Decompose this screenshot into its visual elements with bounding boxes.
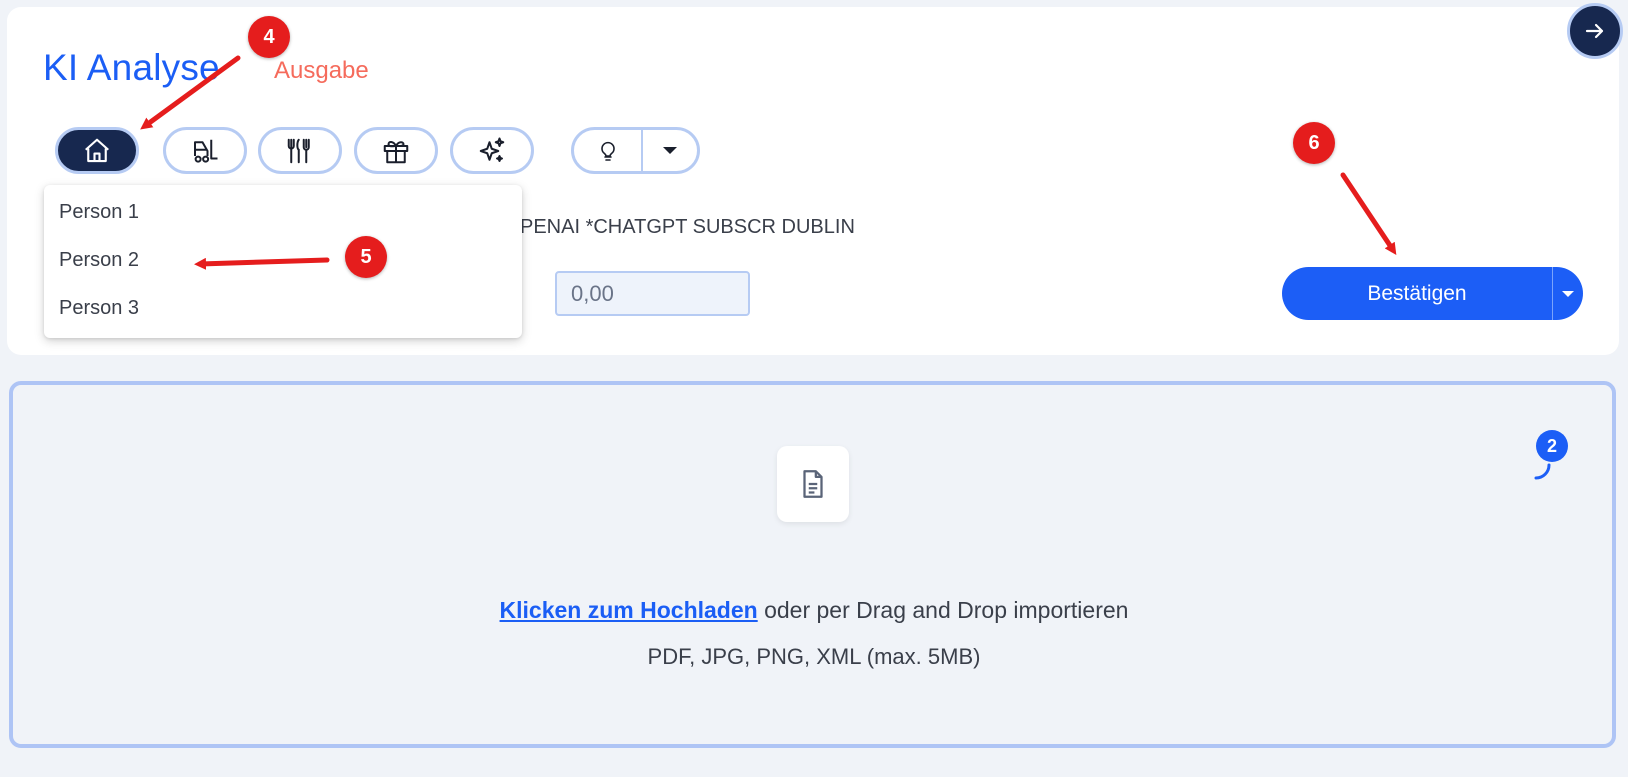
upload-instructions-text: oder per Drag and Drop importieren <box>757 597 1129 623</box>
next-arrow-button[interactable] <box>1567 3 1623 59</box>
gift-icon <box>383 140 409 163</box>
confirm-button[interactable]: Bestätigen <box>1282 267 1553 320</box>
upload-formats: PDF, JPG, PNG, XML (max. 5MB) <box>647 644 981 669</box>
category-food-button[interactable] <box>258 127 342 174</box>
document-icon <box>803 470 823 498</box>
arrow-right-icon <box>1585 23 1604 39</box>
upload-dropzone[interactable] <box>9 381 1616 748</box>
amount-input[interactable] <box>555 271 750 316</box>
annotation-step-5: 5 <box>345 236 387 278</box>
chevron-down-icon <box>663 147 677 154</box>
lightbulb-icon <box>600 141 615 161</box>
transaction-description: PENAI *CHATGPT SUBSCR DUBLIN <box>520 216 855 238</box>
cutlery-icon <box>287 138 310 163</box>
upload-instructions: Klicken zum Hochladen oder per Drag and … <box>0 597 1628 624</box>
chevron-down-icon <box>1562 290 1574 297</box>
type-label-ausgabe[interactable]: Ausgabe <box>274 57 369 85</box>
category-ai-button[interactable] <box>450 127 534 174</box>
dropdown-item-person-1[interactable]: Person 1 <box>59 201 139 224</box>
file-icon-box <box>777 446 849 522</box>
suggestion-dropdown-toggle[interactable] <box>643 147 697 154</box>
person-dropdown-menu: Person 1 Person 2 Person 3 <box>44 185 522 338</box>
page-title: KI Analyse <box>43 47 220 88</box>
dropdown-item-person-2[interactable]: Person 2 <box>59 249 139 272</box>
confirm-dropdown-toggle[interactable] <box>1553 290 1583 297</box>
dropdown-item-person-3[interactable]: Person 3 <box>59 297 139 320</box>
home-icon <box>85 138 109 162</box>
upload-queue-badge: 2 <box>1536 430 1568 462</box>
annotation-step-4: 4 <box>248 16 290 58</box>
upload-link[interactable]: Klicken zum Hochladen <box>500 597 758 623</box>
sparkles-icon <box>479 137 505 162</box>
category-forklift-button[interactable] <box>163 127 247 174</box>
category-home-button[interactable] <box>55 127 139 174</box>
annotation-step-6: 6 <box>1293 122 1335 164</box>
category-gift-button[interactable] <box>354 127 438 174</box>
confirm-split-button[interactable]: Bestätigen <box>1282 267 1583 320</box>
suggestion-split-button[interactable] <box>571 127 700 174</box>
suggestion-button[interactable] <box>574 130 643 171</box>
forklift-icon <box>194 139 218 163</box>
